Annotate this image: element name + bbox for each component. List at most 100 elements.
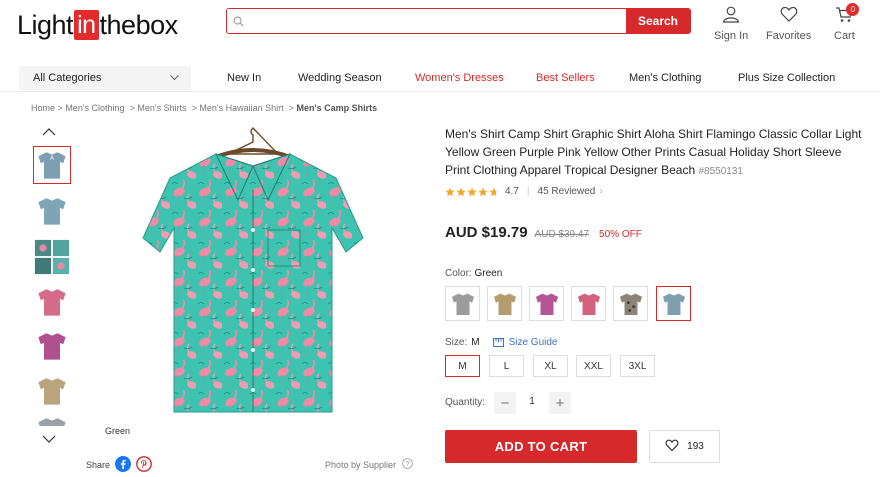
- thumbnail-detail[interactable]: [33, 238, 71, 276]
- supplier-note: Photo by Supplier: [325, 459, 397, 470]
- breadcrumb-current: Men's Camp Shirts: [296, 103, 378, 113]
- site-logo[interactable]: Light in thebox: [17, 10, 178, 40]
- search-input[interactable]: [249, 10, 626, 32]
- cart-button[interactable]: 0 Cart: [834, 3, 860, 42]
- product-rating: 4.7 | 45 Reviewed ›: [445, 186, 603, 197]
- logo-text-pre: Light: [17, 9, 74, 40]
- size-option-3xl[interactable]: 3XL: [620, 355, 655, 377]
- heart-icon: [665, 439, 679, 455]
- all-categories-label: All Categories: [33, 72, 102, 84]
- logo-text-in: in: [74, 10, 99, 40]
- chevron-down-icon: [42, 435, 56, 443]
- color-swatch-gray[interactable]: [445, 286, 480, 321]
- site-header: Light in thebox Search Sign In Favorites 0…: [0, 0, 880, 66]
- thumbnail-pink[interactable]: [33, 283, 71, 321]
- photo-by-supplier: Photo by Supplier ?: [325, 458, 413, 471]
- search-button[interactable]: Search: [626, 9, 690, 33]
- favorites-button[interactable]: Favorites: [766, 6, 811, 42]
- thumbnail-green[interactable]: [33, 146, 71, 184]
- nav-link-wedding-season[interactable]: Wedding Season: [298, 72, 382, 84]
- quantity-value[interactable]: 1: [524, 396, 540, 407]
- chevron-down-icon: [170, 72, 179, 84]
- color-swatch-leopard[interactable]: [613, 286, 648, 321]
- size-value: M: [471, 337, 480, 348]
- product-title: Men's Shirt Camp Shirt Graphic Shirt Alo…: [445, 125, 865, 181]
- facebook-icon[interactable]: [115, 456, 132, 474]
- product-main-image[interactable]: [118, 120, 388, 420]
- breadcrumb-separator: >: [191, 103, 197, 113]
- add-to-cart-button[interactable]: ADD TO CART: [445, 430, 637, 463]
- star-rating: [445, 187, 499, 197]
- quantity-decrease-button[interactable]: −: [494, 392, 516, 414]
- size-option-l[interactable]: L: [489, 355, 524, 377]
- discount-badge: 50% OFF: [599, 229, 642, 240]
- wishlist-count: 193: [687, 441, 704, 452]
- logo-text-post: thebox: [99, 9, 179, 40]
- size-option-xl[interactable]: XL: [533, 355, 568, 377]
- product-title-text: Men's Shirt Camp Shirt Graphic Shirt Alo…: [445, 127, 862, 177]
- color-value: Green: [474, 268, 503, 279]
- breadcrumb-item[interactable]: Men's Clothing: [65, 103, 124, 113]
- quantity-label: Quantity:: [445, 397, 486, 408]
- price-row: AUD $19.79 AUD $39.47 50% OFF: [445, 224, 642, 241]
- share-label: Share: [86, 460, 111, 470]
- svg-text:?: ?: [406, 461, 410, 468]
- rating-value: 4.7: [505, 186, 519, 197]
- breadcrumb-item[interactable]: Home: [31, 103, 55, 113]
- breadcrumb-separator: >: [129, 103, 135, 113]
- size-option-xxl[interactable]: XXL: [576, 355, 611, 377]
- nav-link-womens-dresses[interactable]: Women's Dresses: [415, 72, 504, 84]
- original-price: AUD $39.47: [534, 229, 590, 240]
- thumbnail-more[interactable]: [33, 414, 71, 426]
- nav-link-new-in[interactable]: New In: [227, 72, 261, 84]
- sign-in-label: Sign In: [714, 30, 749, 42]
- ruler-icon: [492, 338, 504, 347]
- thumbnail-khaki[interactable]: [33, 372, 71, 410]
- size-label: Size: M Size Guide: [445, 337, 558, 348]
- size-guide-label: Size Guide: [508, 337, 558, 348]
- size-option-m[interactable]: M: [445, 355, 480, 377]
- quantity-increase-button[interactable]: +: [549, 392, 571, 414]
- breadcrumb-item[interactable]: Men's Hawaiian Shirt: [199, 103, 283, 113]
- user-icon: [722, 6, 740, 26]
- favorites-label: Favorites: [766, 30, 812, 42]
- thumb-down-arrow[interactable]: [42, 434, 56, 444]
- breadcrumb-item[interactable]: Men's Shirts: [137, 103, 186, 113]
- chevron-up-icon: [42, 128, 56, 136]
- share-row: Share: [86, 456, 152, 474]
- cart-label: Cart: [834, 30, 855, 42]
- thumbnail-purple[interactable]: [33, 327, 71, 365]
- color-swatch-pink[interactable]: [571, 286, 606, 321]
- pinterest-icon[interactable]: [136, 456, 152, 474]
- search-icon: [227, 9, 249, 33]
- star-icon: [478, 187, 488, 196]
- size-label-text: Size:: [445, 337, 468, 348]
- nav-link-plus-size[interactable]: Plus Size Collection: [738, 72, 835, 84]
- color-swatch-green[interactable]: [656, 286, 691, 321]
- sign-in-button[interactable]: Sign In: [714, 6, 748, 42]
- nav-link-best-sellers[interactable]: Best Sellers: [536, 72, 595, 84]
- star-half-icon: [489, 187, 499, 196]
- color-swatch-purple[interactable]: [529, 286, 564, 321]
- color-label-text: Color:: [445, 268, 472, 279]
- cart-count-badge: 0: [846, 3, 860, 16]
- thumbnail-green-back[interactable]: [33, 192, 71, 230]
- thumb-up-arrow[interactable]: [42, 127, 56, 137]
- all-categories-dropdown[interactable]: All Categories: [19, 66, 191, 90]
- current-price: AUD $19.79: [445, 224, 528, 241]
- nav-link-mens-clothing[interactable]: Men's Clothing: [629, 72, 701, 84]
- heart-icon: [780, 6, 798, 26]
- rating-divider: |: [526, 186, 530, 197]
- search-bar: Search: [226, 8, 691, 34]
- product-sku: #8550131: [698, 166, 743, 177]
- main-nav: All Categories New In Wedding Season Wom…: [0, 66, 880, 92]
- color-swatch-khaki[interactable]: [487, 286, 522, 321]
- cart-icon: 0: [835, 3, 860, 26]
- wishlist-button[interactable]: 193: [649, 430, 720, 463]
- breadcrumb: Home > Men's Clothing > Men's Shirts > M…: [31, 103, 377, 113]
- help-icon[interactable]: ?: [402, 458, 413, 471]
- size-guide-link[interactable]: Size Guide: [492, 337, 558, 348]
- star-icon: [456, 187, 466, 196]
- review-count-link[interactable]: 45 Reviewed: [538, 186, 596, 197]
- chevron-right-icon: ›: [599, 186, 603, 197]
